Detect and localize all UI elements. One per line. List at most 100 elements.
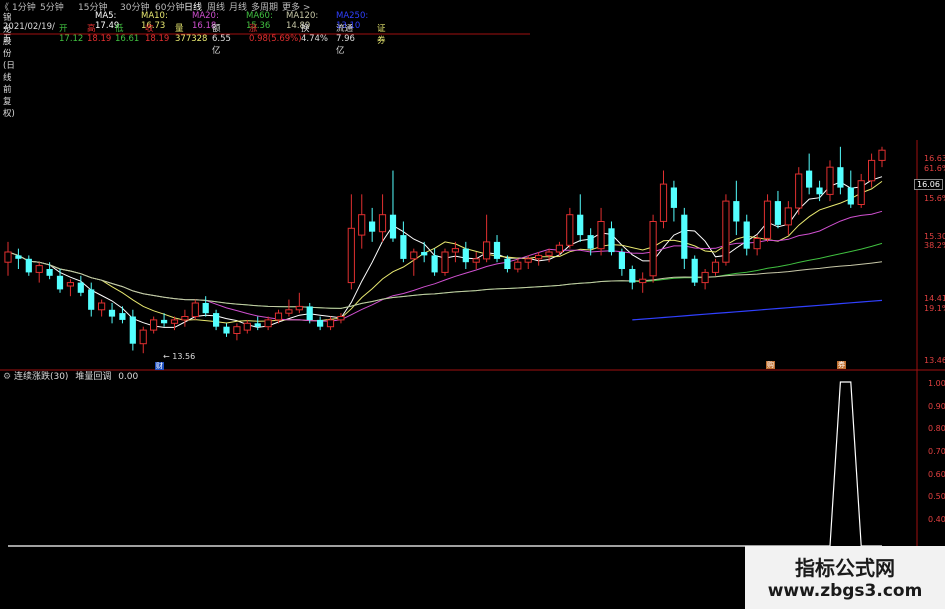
ma250-line: [632, 299, 883, 321]
candle-body: [618, 252, 625, 269]
price-axis-label: 61.6%: [924, 164, 945, 173]
candle-body: [88, 289, 95, 310]
price-axis-label: 15.30: [924, 232, 945, 241]
candle-body: [170, 319, 179, 324]
low-price-marker: ← 13.56: [163, 352, 196, 361]
candle-body: [649, 221, 657, 277]
indicator-settings-icon[interactable]: ⚙: [3, 372, 11, 382]
buy-tag[interactable]: 购: [766, 361, 775, 369]
finance-tag[interactable]: 财: [155, 362, 164, 370]
candle-body: [608, 228, 615, 253]
current-price-tag: 16.06: [914, 179, 943, 190]
candle-body: [451, 248, 459, 253]
candle-body: [421, 252, 428, 256]
coupon-tag[interactable]: 券: [837, 361, 846, 369]
candle-body: [763, 200, 772, 239]
candle-body: [191, 302, 199, 318]
indicator-sub: 堆量回调: [75, 372, 112, 382]
candle-body: [711, 261, 720, 273]
kline-chart[interactable]: [0, 0, 945, 609]
candle-body: [878, 149, 886, 161]
candle-body: [784, 207, 792, 226]
candle-body: [774, 201, 781, 225]
candle-body: [326, 319, 335, 328]
candle-body: [317, 319, 324, 327]
candle-body: [701, 271, 709, 284]
candle-body: [46, 269, 53, 276]
candle-body: [98, 302, 106, 311]
candle-body: [161, 319, 168, 324]
price-axis-label: 14.41: [924, 294, 945, 303]
candle-body: [806, 170, 813, 188]
price-axis-label: 16.63: [924, 154, 945, 163]
candle-body: [358, 214, 366, 236]
indicator-line: [8, 381, 882, 547]
candle-body: [597, 221, 605, 250]
indicator-axis-label: 0.60: [928, 470, 945, 479]
candle-body: [472, 258, 480, 263]
indicator-axis-label: 0.50: [928, 492, 945, 501]
candle-body: [868, 159, 876, 182]
indicator-name[interactable]: 连续涨跌(30): [14, 372, 68, 382]
indicator-value: 0.00: [118, 372, 139, 382]
candle-body: [108, 309, 116, 317]
candle-body: [441, 251, 449, 273]
candle-body: [691, 258, 698, 283]
candle-body: [139, 329, 147, 345]
candle-body: [56, 275, 64, 290]
candle-body: [535, 254, 543, 260]
indicator-header: ⚙ 连续涨跌(30) 堆量回调 0.00: [3, 372, 138, 383]
candle-body: [400, 235, 407, 259]
watermark-title: 指标公式网: [795, 556, 895, 580]
candlesticks: [4, 146, 886, 354]
candle-body: [233, 326, 241, 335]
candle-body: [670, 187, 677, 208]
candle-body: [431, 255, 438, 273]
indicator-axis-label: 0.40: [928, 515, 945, 524]
candle-body: [285, 309, 293, 314]
candle-body: [545, 251, 553, 256]
candle-body: [493, 241, 501, 259]
low-price-value: 13.56: [172, 352, 196, 361]
indicator-pane: [8, 381, 882, 547]
candle-body: [77, 282, 84, 293]
candle-body: [566, 214, 574, 246]
candle-body: [837, 167, 844, 188]
candle-body: [795, 173, 803, 209]
candle-body: [150, 319, 158, 331]
candle-body: [587, 235, 594, 249]
price-axis-label: 19.1%: [924, 304, 945, 313]
candle-body: [847, 187, 854, 205]
candle-body: [681, 214, 688, 259]
candle-body: [629, 269, 636, 283]
candle-body: [378, 214, 387, 233]
candle-body: [129, 316, 136, 344]
watermark-url: www.zbgs3.com: [767, 581, 923, 601]
candle-body: [347, 227, 355, 284]
candle-body: [202, 303, 209, 314]
candle-body: [369, 221, 376, 232]
candle-body: [274, 312, 283, 321]
candle-body: [722, 200, 730, 263]
candle-body: [264, 319, 272, 328]
candle-body: [213, 313, 220, 327]
candle-body: [462, 248, 469, 263]
candle-body: [15, 255, 22, 259]
candle-body: [35, 265, 43, 273]
indicator-axis-label: 0.80: [928, 424, 945, 433]
watermark: 指标公式网 www.zbgs3.com: [745, 546, 945, 609]
candle-body: [826, 166, 834, 195]
candle-body: [66, 282, 75, 287]
candle-body: [243, 322, 251, 331]
price-axis-label: 38.2%: [924, 241, 945, 250]
candle-body: [25, 258, 32, 273]
candle-body: [306, 306, 313, 320]
candle-body: [857, 180, 865, 205]
candle-body: [514, 261, 522, 270]
candle-body: [410, 251, 418, 260]
candle-body: [733, 201, 740, 222]
candle-body: [119, 313, 126, 320]
candle-body: [254, 323, 261, 327]
candle-body: [743, 221, 750, 249]
candle-body: [753, 238, 761, 250]
